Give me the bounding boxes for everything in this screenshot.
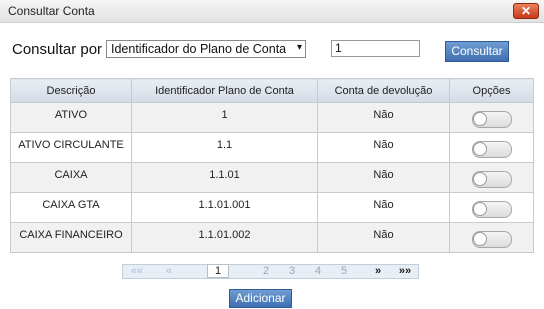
cell-devolucao: Não [317, 192, 450, 223]
column-header-opcoes: Opções [449, 78, 534, 103]
results-table: Descrição Identificador Plano de Conta C… [10, 78, 534, 253]
search-field-select[interactable]: Identificador do Plano de Conta ▾ [106, 40, 306, 58]
search-by-label: Consultar por [12, 41, 103, 58]
search-field-select-value: Identificador do Plano de Conta [111, 42, 287, 56]
cell-identificador: 1.1 [131, 132, 318, 163]
next-page-button[interactable]: » [369, 265, 387, 278]
row-toggle-switch[interactable] [471, 231, 512, 248]
cell-identificador: 1.1.01.001 [131, 192, 318, 223]
cell-devolucao: Não [317, 162, 450, 193]
toggle-knob [472, 202, 487, 216]
row-toggle-switch[interactable] [471, 171, 512, 188]
cell-descricao: CAIXA [10, 162, 132, 193]
table-row[interactable]: ATIVO CIRCULANTE 1.1 Não [10, 132, 534, 163]
cell-opcoes [449, 192, 534, 223]
table-row[interactable]: ATIVO 1 Não [10, 102, 534, 133]
toggle-knob [472, 142, 487, 156]
cell-opcoes [449, 162, 534, 193]
column-header-descricao[interactable]: Descrição [10, 78, 132, 103]
page-button-5[interactable]: 5 [337, 265, 351, 278]
page-button-3[interactable]: 3 [285, 265, 299, 278]
cell-identificador: 1 [131, 102, 318, 133]
cell-descricao: ATIVO [10, 102, 132, 133]
cell-descricao: ATIVO CIRCULANTE [10, 132, 132, 163]
search-input-value: 1 [335, 41, 342, 55]
table-row[interactable]: CAIXA 1.1.01 Não [10, 162, 534, 193]
table-row[interactable]: CAIXA FINANCEIRO 1.1.01.002 Não [10, 222, 534, 253]
close-button[interactable]: ✕ [513, 3, 539, 19]
page-button-4[interactable]: 4 [311, 265, 325, 278]
cell-devolucao: Não [317, 132, 450, 163]
cell-identificador: 1.1.01 [131, 162, 318, 193]
row-toggle-switch[interactable] [471, 201, 512, 218]
cell-devolucao: Não [317, 102, 450, 133]
adicionar-button[interactable]: Adicionar [229, 289, 292, 308]
row-toggle-switch[interactable] [471, 141, 512, 158]
table-row[interactable]: CAIXA GTA 1.1.01.001 Não [10, 192, 534, 223]
last-page-button[interactable]: »» [393, 265, 417, 278]
consultar-button[interactable]: Consultar [445, 41, 509, 62]
toggle-knob [472, 232, 487, 246]
cell-opcoes [449, 102, 534, 133]
page-button-2[interactable]: 2 [259, 265, 273, 278]
cell-descricao: CAIXA GTA [10, 192, 132, 223]
toggle-knob [472, 172, 487, 186]
dialog-titlebar: Consultar Conta ✕ [0, 0, 544, 23]
previous-page-button[interactable]: « [159, 265, 179, 278]
cell-opcoes [449, 132, 534, 163]
cell-descricao: CAIXA FINANCEIRO [10, 222, 132, 253]
chevron-down-icon: ▾ [296, 42, 302, 53]
cell-opcoes [449, 222, 534, 253]
first-page-button[interactable]: «« [125, 265, 149, 278]
row-toggle-switch[interactable] [471, 111, 512, 128]
page-button-1[interactable]: 1 [207, 264, 229, 278]
toggle-knob [472, 112, 487, 126]
search-input[interactable]: 1 [331, 40, 420, 57]
pagination: «« « 1 2 3 4 5 » »» [122, 264, 419, 279]
dialog-title: Consultar Conta [8, 4, 95, 18]
column-header-identificador[interactable]: Identificador Plano de Conta [131, 78, 318, 103]
column-header-devolucao[interactable]: Conta de devolução [317, 78, 450, 103]
close-icon: ✕ [520, 4, 532, 18]
cell-devolucao: Não [317, 222, 450, 253]
cell-identificador: 1.1.01.002 [131, 222, 318, 253]
